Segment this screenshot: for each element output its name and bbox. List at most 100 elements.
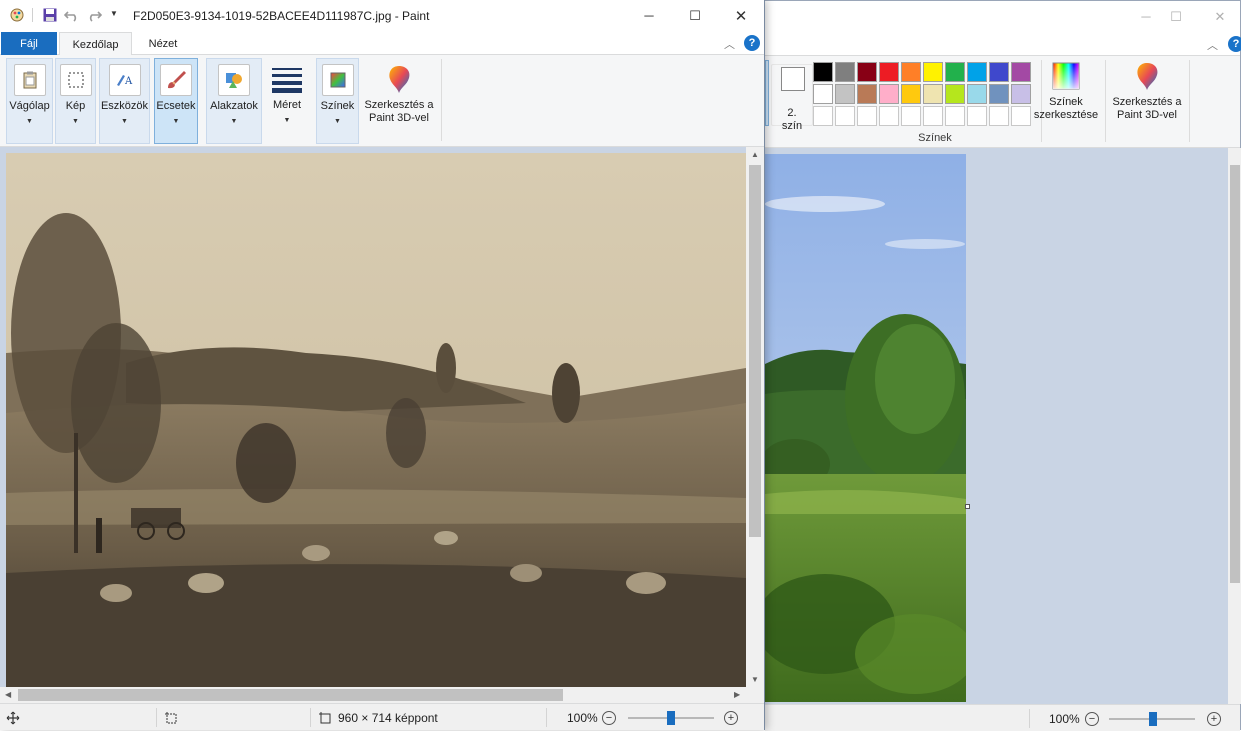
palette-swatch[interactable]: [813, 84, 833, 104]
minimize-button[interactable]: ─: [626, 0, 672, 31]
help-icon[interactable]: ?: [744, 35, 760, 51]
back-help-icon[interactable]: ?: [1228, 36, 1241, 52]
palette-custom-slot[interactable]: [1011, 106, 1031, 126]
paint3d-line1: Szerkesztés a: [364, 99, 434, 111]
palette-swatch[interactable]: [923, 84, 943, 104]
customize-qat-icon[interactable]: ▼: [110, 9, 118, 18]
image-button[interactable]: Kép ▼: [55, 58, 96, 144]
color2-label-line1: 2.: [787, 107, 797, 119]
undo-icon[interactable]: [64, 7, 80, 23]
palette-swatch[interactable]: [945, 62, 965, 82]
back-ribbon-collapse-icon[interactable]: ︿: [1207, 37, 1218, 53]
hscroll-thumb[interactable]: [18, 689, 563, 701]
scroll-up-icon[interactable]: ▲: [751, 150, 759, 159]
palette-swatch[interactable]: [857, 84, 877, 104]
palette-swatch[interactable]: [879, 84, 899, 104]
zoom-slider-thumb[interactable]: [667, 711, 675, 725]
back-zoom-slider-thumb[interactable]: [1149, 712, 1157, 726]
back-zoom-out-icon[interactable]: −: [1085, 712, 1099, 726]
clipboard-dropdown-icon: ▼: [26, 118, 33, 125]
redo-icon[interactable]: [86, 7, 102, 23]
zoom-out-icon[interactable]: −: [602, 711, 616, 725]
back-vscroll-thumb[interactable]: [1230, 165, 1240, 583]
tab-view[interactable]: Nézet: [136, 32, 190, 55]
palette-swatch[interactable]: [835, 84, 855, 104]
tools-dropdown-icon: ▼: [121, 118, 128, 125]
save-icon[interactable]: [42, 7, 58, 23]
palette-swatch[interactable]: [923, 62, 943, 82]
palette-swatch[interactable]: [835, 62, 855, 82]
back-paint3d-button[interactable]: Szerkesztés a Paint 3D-vel: [1109, 60, 1185, 122]
palette-swatch[interactable]: [1011, 62, 1031, 82]
palette-custom-slot[interactable]: [835, 106, 855, 126]
back-ribbon: 2. szín Színek Színek szerkesztése Szerke…: [765, 56, 1240, 148]
back-paint3d-line2: Paint 3D-vel: [1117, 109, 1177, 121]
color2-button[interactable]: 2. szín: [771, 64, 813, 132]
maximize-button[interactable]: ☐: [672, 0, 718, 31]
colors-label: Színek: [320, 100, 355, 112]
back-maximize-button[interactable]: ☐: [1153, 1, 1199, 32]
size-button[interactable]: Méret ▼: [266, 58, 308, 144]
palette-swatch[interactable]: [967, 84, 987, 104]
palette-custom-slot[interactable]: [967, 106, 987, 126]
clipboard-icon: [13, 64, 46, 96]
brushes-dropdown-icon: ▼: [172, 118, 180, 125]
palette-swatch[interactable]: [879, 62, 899, 82]
palette-swatch[interactable]: [901, 62, 921, 82]
palette-custom-slot[interactable]: [923, 106, 943, 126]
edit-colors-line1: Színek: [1049, 96, 1083, 108]
back-status-bar: 100% − +: [765, 704, 1240, 731]
scroll-right-icon[interactable]: ▶: [734, 690, 740, 699]
shapes-button[interactable]: Alakzatok ▼: [206, 58, 262, 144]
palette-swatch[interactable]: [989, 84, 1009, 104]
palette-custom-slot[interactable]: [857, 106, 877, 126]
palette-swatch[interactable]: [967, 62, 987, 82]
palette-swatch[interactable]: [857, 62, 877, 82]
palette-swatch[interactable]: [945, 84, 965, 104]
image-label: Kép: [65, 100, 86, 112]
back-zoom-level: 100%: [1049, 712, 1080, 726]
palette-custom-slot[interactable]: [945, 106, 965, 126]
back-canvas-image[interactable]: [765, 154, 966, 702]
ribbon-collapse-icon[interactable]: ︿: [724, 36, 735, 52]
tools-button[interactable]: A Eszközök ▼: [99, 58, 150, 144]
paint3d-button[interactable]: Szerkesztés a Paint 3D-vel: [362, 58, 436, 144]
palette-swatch[interactable]: [1011, 84, 1031, 104]
back-vertical-scrollbar[interactable]: [1228, 148, 1241, 704]
vscroll-thumb[interactable]: [749, 165, 761, 537]
palette-custom-slot[interactable]: [901, 106, 921, 126]
zoom-level: 100%: [567, 711, 598, 725]
paint-app-icon[interactable]: [9, 7, 25, 23]
palette-swatch[interactable]: [813, 62, 833, 82]
back-canvas-area: [765, 148, 1228, 704]
palette-custom-slot[interactable]: [879, 106, 899, 126]
line-size-icon: [271, 63, 303, 95]
scroll-left-icon[interactable]: ◀: [5, 690, 11, 699]
edit-colors-line2: szerkesztése: [1033, 109, 1099, 121]
palette-swatch[interactable]: [901, 84, 921, 104]
svg-text:A: A: [124, 76, 133, 87]
horizontal-scrollbar[interactable]: ◀ ▶: [0, 687, 746, 703]
tab-home[interactable]: Kezdőlap: [59, 32, 132, 56]
color1-button-edge[interactable]: [765, 60, 769, 126]
palette-custom-slot[interactable]: [989, 106, 1009, 126]
tab-file[interactable]: Fájl: [1, 32, 57, 55]
back-zoom-in-icon[interactable]: +: [1207, 712, 1221, 726]
colors-button[interactable]: Színek ▼: [316, 58, 359, 144]
edit-colors-button[interactable]: Színek szerkesztése: [1033, 60, 1099, 122]
brush-icon: [160, 64, 192, 96]
brushes-label: Ecsetek: [156, 100, 196, 112]
palette-swatch[interactable]: [989, 62, 1009, 82]
clipboard-button[interactable]: Vágólap ▼: [6, 58, 53, 144]
brushes-button[interactable]: Ecsetek ▼: [154, 58, 198, 144]
back-tab-row: ︿ ?: [765, 32, 1241, 56]
back-close-button[interactable]: ✕: [1197, 1, 1241, 32]
scroll-down-icon[interactable]: ▼: [751, 675, 759, 684]
zoom-in-icon[interactable]: +: [724, 711, 738, 725]
colors-group-label: Színek: [918, 132, 952, 144]
resize-handle[interactable]: [965, 504, 970, 509]
vertical-scrollbar[interactable]: ▲ ▼: [746, 147, 764, 687]
canvas-image[interactable]: [6, 153, 746, 687]
close-button[interactable]: ✕: [718, 0, 764, 31]
palette-custom-slot[interactable]: [813, 106, 833, 126]
